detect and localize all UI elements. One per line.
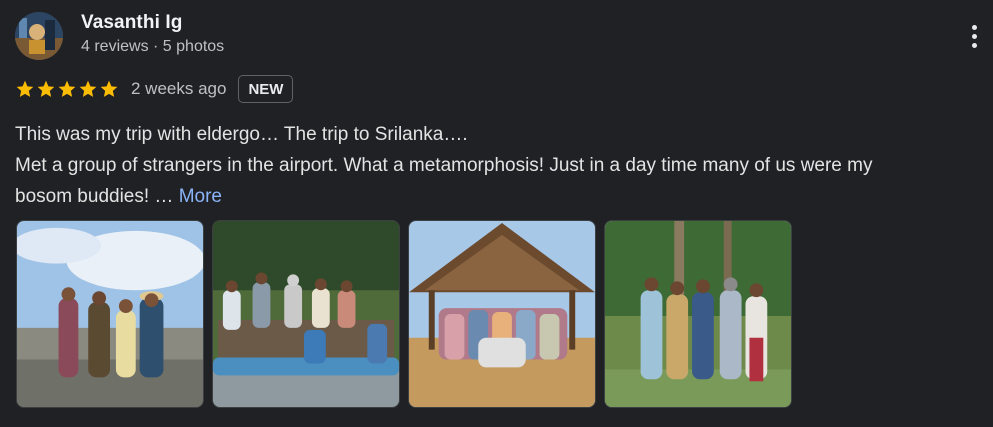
star-icon — [79, 80, 97, 97]
hut-group-photo[interactable] — [408, 220, 596, 408]
reviewer-avatar[interactable] — [15, 12, 63, 60]
star-rating — [15, 79, 119, 99]
star-icon — [16, 80, 34, 97]
beach-group-photo[interactable] — [16, 220, 204, 408]
reviewer-name[interactable]: Vasanthi Ig — [81, 12, 182, 34]
review-card: Vasanthi Ig 4 reviews · 5 photos 2 weeks… — [0, 0, 993, 427]
review-line-last: bosom buddies! … More — [15, 181, 980, 212]
boat-group-photo[interactable] — [212, 220, 400, 408]
review-line: bosom buddies! … — [15, 186, 179, 207]
review-time: 2 weeks ago — [131, 79, 227, 98]
star-icon — [58, 80, 76, 97]
more-link[interactable]: More — [179, 186, 222, 207]
review-line: Met a group of strangers in the airport.… — [15, 155, 873, 176]
review-text: This was my trip with eldergo… The trip … — [15, 119, 980, 212]
photo-strip — [16, 220, 792, 408]
star-icon — [37, 80, 55, 97]
new-badge: NEW — [238, 75, 294, 103]
rating-row: 2 weeks ago NEW — [15, 74, 294, 104]
more-options-icon[interactable] — [962, 20, 986, 52]
garden-group-photo[interactable] — [604, 220, 792, 408]
review-line: This was my trip with eldergo… The trip … — [15, 124, 468, 145]
star-icon — [100, 80, 118, 97]
reviewer-meta: 4 reviews · 5 photos — [81, 38, 225, 55]
